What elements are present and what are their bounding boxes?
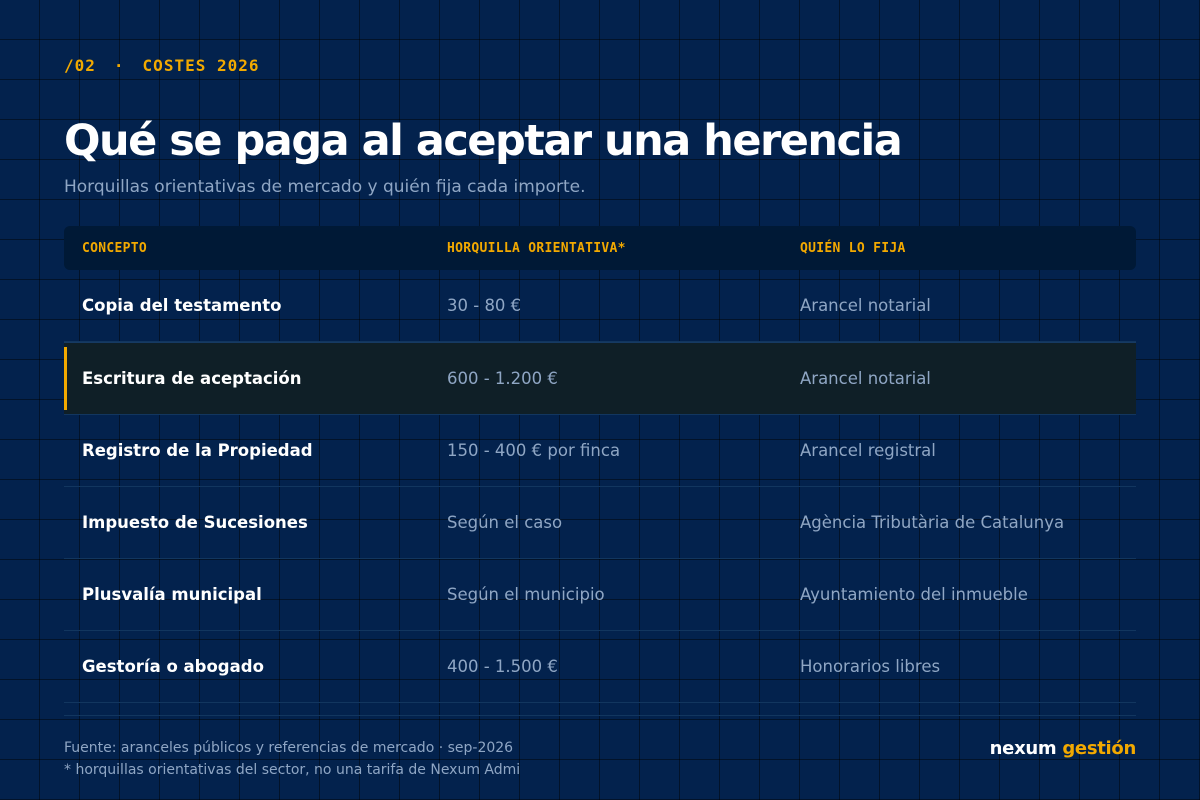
- cell-horquilla: 30 - 80 €: [447, 296, 522, 315]
- section-number: /02: [64, 56, 96, 75]
- cell-concepto: Gestoría o abogado: [82, 657, 264, 676]
- cell-quien: Arancel notarial: [800, 369, 931, 388]
- cell-horquilla: 400 - 1.500 €: [447, 657, 558, 676]
- eyebrow-separator: ·: [113, 56, 125, 75]
- header-horquilla: HORQUILLA ORIENTATIVA*: [447, 240, 626, 256]
- cell-horquilla: Según el municipio: [447, 585, 605, 604]
- cell-quien: Arancel registral: [800, 441, 936, 460]
- header-concepto: CONCEPTO: [82, 240, 148, 256]
- brand-logo: nexum gestión: [989, 738, 1137, 759]
- table-row-highlighted: Escritura de aceptación 600 - 1.200 € Ar…: [64, 342, 1136, 415]
- source-text: Fuente: aranceles públicos y referencias…: [64, 740, 514, 756]
- footnote-text: * horquillas orientativas del sector, no…: [64, 762, 521, 778]
- cell-concepto: Impuesto de Sucesiones: [82, 513, 308, 532]
- cell-quien: Ayuntamiento del inmueble: [800, 585, 1028, 604]
- cell-horquilla: 150 - 400 € por finca: [447, 441, 621, 460]
- cell-horquilla: 600 - 1.200 €: [447, 369, 558, 388]
- brand-name-primary: nexum: [989, 738, 1057, 759]
- cell-quien: Honorarios libres: [800, 657, 941, 676]
- section-eyebrow: /02 · COSTES 2026: [64, 56, 260, 75]
- table-header: CONCEPTO HORQUILLA ORIENTATIVA* QUIÉN LO…: [64, 226, 1136, 270]
- cell-concepto: Registro de la Propiedad: [82, 441, 313, 460]
- table-row: Plusvalía municipal Según el municipio A…: [64, 559, 1136, 631]
- cell-concepto: Escritura de aceptación: [82, 369, 302, 388]
- table-row: Registro de la Propiedad 150 - 400 € por…: [64, 415, 1136, 487]
- page-subtitle: Horquillas orientativas de mercado y qui…: [64, 177, 586, 197]
- cell-concepto: Plusvalía municipal: [82, 585, 262, 604]
- header-quien: QUIÉN LO FIJA: [800, 240, 906, 256]
- page-title: Qué se paga al aceptar una herencia: [64, 116, 903, 166]
- cell-horquilla: Según el caso: [447, 513, 563, 532]
- costs-table: CONCEPTO HORQUILLA ORIENTATIVA* QUIÉN LO…: [64, 226, 1136, 716]
- footer-notes: Fuente: aranceles públicos y referencias…: [64, 737, 520, 781]
- table-row: Copia del testamento 30 - 80 € Arancel n…: [64, 270, 1136, 342]
- table-divider: [64, 703, 1136, 716]
- table-row: Gestoría o abogado 400 - 1.500 € Honorar…: [64, 631, 1136, 703]
- cell-quien: Arancel notarial: [800, 296, 931, 315]
- brand-name-secondary: gestión: [1062, 738, 1136, 759]
- section-label: COSTES 2026: [142, 56, 260, 75]
- table-row: Impuesto de Sucesiones Según el caso Agè…: [64, 487, 1136, 559]
- cell-concepto: Copia del testamento: [82, 296, 282, 315]
- cell-quien: Agència Tributària de Catalunya: [800, 513, 1065, 532]
